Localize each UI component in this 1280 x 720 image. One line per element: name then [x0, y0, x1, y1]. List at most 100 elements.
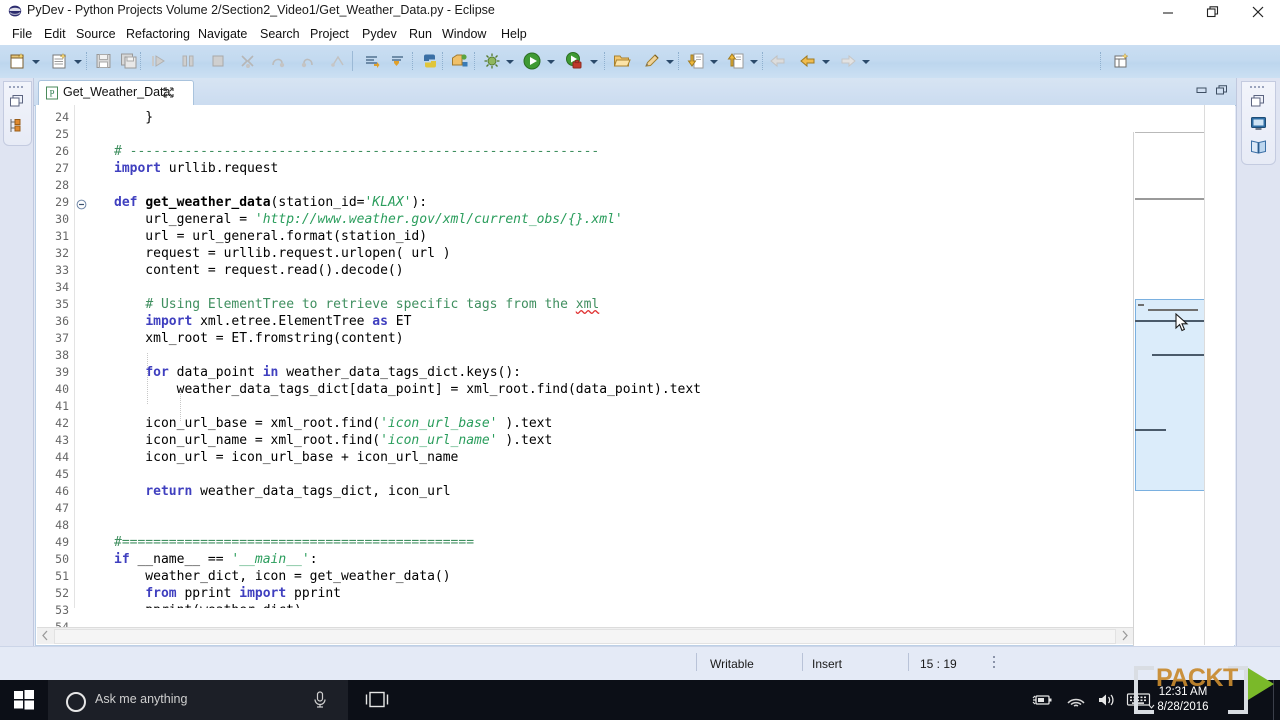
- new-pydev-project-button[interactable]: [48, 49, 72, 73]
- svg-text:P: P: [49, 89, 54, 99]
- menu-pydev[interactable]: Pydev: [356, 23, 403, 45]
- maximize-editor-button[interactable]: [1215, 84, 1230, 98]
- pin-editor-button[interactable]: [640, 49, 664, 73]
- code-line: from pprint import pprint: [145, 586, 342, 601]
- drop-to-frame-button[interactable]: [326, 49, 350, 73]
- back-button[interactable]: [796, 49, 820, 73]
- window-title: PyDev - Python Projects Volume 2/Section…: [27, 3, 495, 17]
- search-input[interactable]: Ask me anything: [48, 680, 348, 720]
- terminate-button[interactable]: [206, 49, 230, 73]
- title-bar: PyDev - Python Projects Volume 2/Section…: [0, 0, 1280, 23]
- clock-date: 8/28/2016: [1157, 701, 1209, 713]
- battery-icon[interactable]: [1032, 690, 1054, 710]
- forward-button[interactable]: [836, 49, 860, 73]
- back-history-disabled-button[interactable]: [766, 49, 790, 73]
- right-fast-view-panel: [1241, 81, 1276, 165]
- menu-search[interactable]: Search: [254, 23, 306, 45]
- import-dropdown[interactable]: [748, 49, 760, 73]
- restore-view-icon[interactable]: [9, 93, 26, 110]
- eclipse-icon: [8, 4, 22, 18]
- menu-window[interactable]: Window: [436, 23, 492, 45]
- save-all-button[interactable]: [117, 49, 141, 73]
- code-line: request = urllib.request.urlopen( url ): [114, 246, 451, 261]
- menu-run[interactable]: Run: [403, 23, 438, 45]
- start-button[interactable]: [0, 680, 48, 720]
- minimize-editor-button[interactable]: [1195, 84, 1210, 98]
- console-view-icon[interactable]: [1250, 115, 1267, 132]
- microphone-icon[interactable]: [311, 690, 329, 710]
- show-desktop-button[interactable]: [1273, 680, 1280, 720]
- menu-edit[interactable]: Edit: [38, 23, 72, 45]
- status-overflow-handle[interactable]: [993, 656, 996, 672]
- menu-navigate[interactable]: Navigate: [192, 23, 253, 45]
- code-line: content = request.read().decode(): [114, 263, 404, 278]
- code-line: pprint(weather_dict): [114, 602, 302, 608]
- pin-editor-dropdown[interactable]: [664, 49, 676, 73]
- scroll-left-icon[interactable]: [37, 628, 53, 643]
- code-line: url_general = 'http://www.weather.gov/xm…: [114, 212, 623, 227]
- panel-grip[interactable]: [9, 85, 26, 89]
- close-icon[interactable]: [162, 86, 175, 99]
- open-folder-button[interactable]: [610, 49, 634, 73]
- debug-config-dropdown[interactable]: [504, 49, 516, 73]
- step-return-button[interactable]: [296, 49, 320, 73]
- editor-tab-get-weather-data[interactable]: P Get_Weather_Data: [38, 80, 194, 106]
- left-fast-view-panel: [3, 81, 32, 146]
- suspend-button[interactable]: [176, 49, 200, 73]
- export-dropdown[interactable]: [708, 49, 720, 73]
- horizontal-scroll-thumb[interactable]: [54, 629, 1116, 644]
- code-text-area[interactable]: } # -------------------------------------…: [36, 105, 1146, 608]
- volume-icon[interactable]: [1096, 690, 1118, 710]
- menu-file[interactable]: File: [6, 23, 38, 45]
- export-button[interactable]: [684, 49, 708, 73]
- resume-button[interactable]: [146, 49, 170, 73]
- status-cursor-position: 15 : 19: [920, 657, 957, 671]
- step-into-button[interactable]: [236, 49, 260, 73]
- import-button[interactable]: [724, 49, 748, 73]
- menu-refactoring[interactable]: Refactoring: [120, 23, 196, 45]
- editor-tab-label: Get_Weather_Data: [63, 85, 171, 99]
- debug-dropdown[interactable]: [588, 49, 600, 73]
- run-button[interactable]: [520, 49, 544, 73]
- save-button[interactable]: [92, 49, 116, 73]
- editor-body[interactable]: 24 25 26 27 28 29 30 31 32 33 34 35 36 37 38 39 40 41 42 43…: [35, 105, 1235, 672]
- ruler-visible-region[interactable]: [1135, 299, 1206, 491]
- panel-grip[interactable]: [1250, 85, 1267, 89]
- next-annotation-button[interactable]: [360, 49, 384, 73]
- back-dropdown[interactable]: [820, 49, 832, 73]
- close-button[interactable]: [1235, 0, 1280, 23]
- pydev-package-explorer-icon[interactable]: [9, 117, 26, 134]
- debug-config-button[interactable]: [480, 49, 504, 73]
- menu-help[interactable]: Help: [495, 23, 533, 45]
- previous-annotation-button[interactable]: [386, 49, 410, 73]
- open-perspective-button[interactable]: [1110, 49, 1134, 73]
- windows-taskbar: Ask me anything 12:31 AM 8/28/2016: [0, 680, 1280, 720]
- new-pydev-project-dropdown[interactable]: [72, 49, 84, 73]
- menu-project[interactable]: Project: [304, 23, 355, 45]
- code-line: for data_point in weather_data_tags_dict…: [145, 365, 522, 380]
- new-wizard-dropdown[interactable]: [30, 49, 42, 73]
- code-line: xml_root = ET.fromstring(content): [114, 331, 404, 346]
- wifi-icon[interactable]: [1065, 690, 1087, 710]
- restore-view-icon[interactable]: [1250, 93, 1267, 110]
- restore-button[interactable]: [1190, 0, 1235, 23]
- forward-dropdown[interactable]: [860, 49, 872, 73]
- editor-horizontal-scrollbar[interactable]: [37, 627, 1133, 644]
- code-line: if __name__ == '__main__':: [114, 552, 318, 567]
- ruler-marker: [1135, 429, 1166, 431]
- run-dropdown[interactable]: [545, 49, 557, 73]
- step-over-button[interactable]: [266, 49, 290, 73]
- editor-area: P Get_Weather_Data 24 25 26 27 28 29 30 …: [34, 78, 1236, 672]
- minimize-button[interactable]: [1145, 0, 1190, 23]
- debug-button[interactable]: [562, 49, 586, 73]
- code-line: weather_data_tags_dict[data_point] = xml…: [114, 382, 701, 397]
- task-view-button[interactable]: [355, 680, 399, 720]
- open-console-button[interactable]: [448, 49, 472, 73]
- overview-ruler-margin: [1204, 105, 1235, 645]
- new-wizard-button[interactable]: [6, 49, 30, 73]
- menu-source[interactable]: Source: [70, 23, 122, 45]
- python-console-button[interactable]: [418, 49, 442, 73]
- outline-view-icon[interactable]: [1250, 138, 1267, 155]
- scroll-right-icon[interactable]: [1117, 628, 1133, 643]
- taskbar-clock[interactable]: 12:31 AM 8/28/2016: [1148, 685, 1218, 715]
